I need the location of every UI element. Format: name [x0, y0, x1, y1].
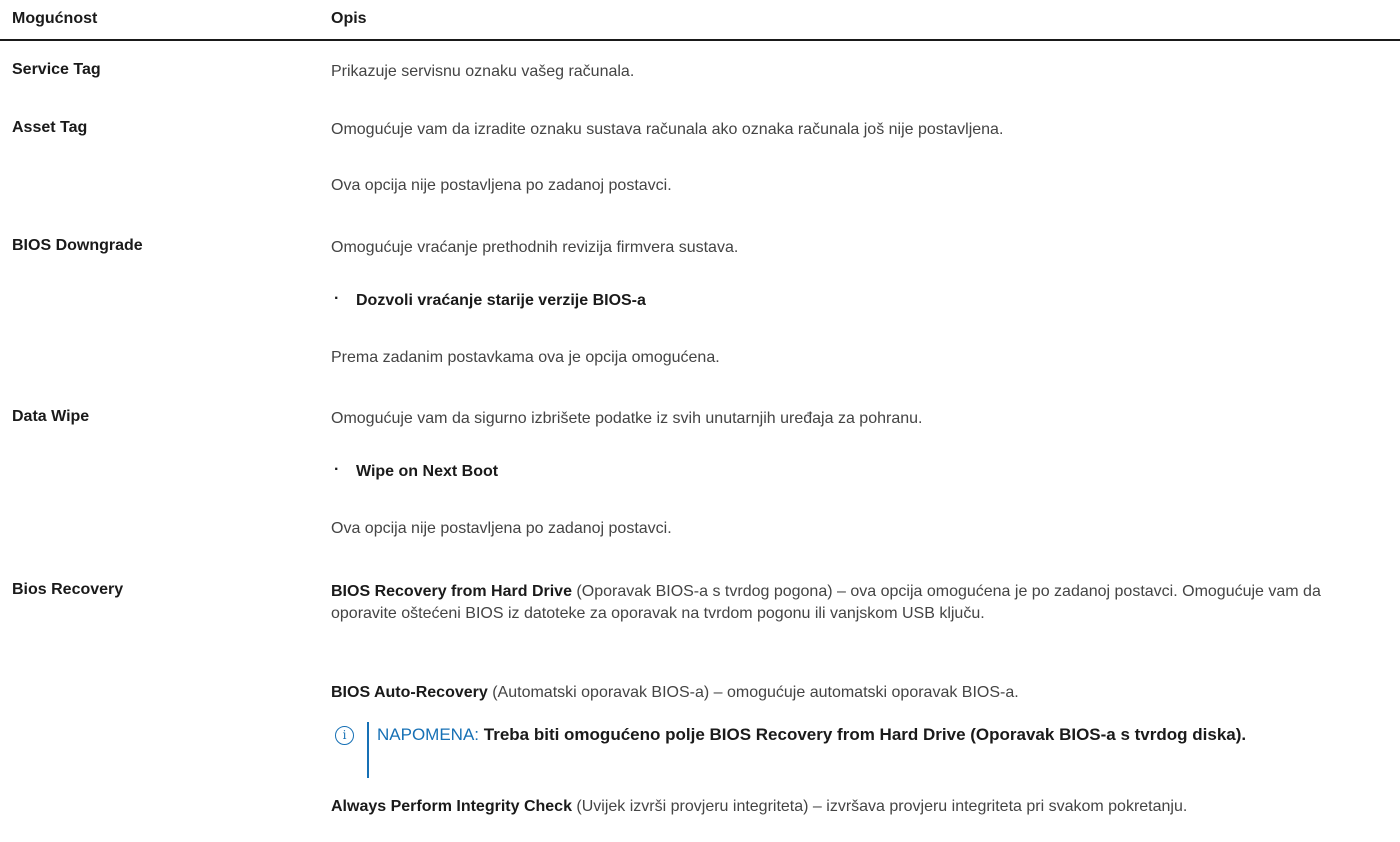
table-header: Mogućnost Opis: [0, 0, 1400, 41]
term-description: (Uvijek izvrši provjeru integriteta) – i…: [571, 798, 1188, 815]
description-data-wipe-default: Ova opcija nije postavljena po zadanoj p…: [331, 520, 672, 537]
description-asset-tag: Omogućuje vam da izradite oznaku sustava…: [331, 121, 1004, 138]
note-divider: [367, 722, 369, 778]
setting-allow-bios-downgrade: Dozvoli vraćanje starije verzije BIOS-a: [356, 292, 646, 309]
term-bios-auto-recovery: BIOS Auto-Recovery: [331, 684, 488, 701]
note-body: Treba biti omogućeno polje BIOS Recovery…: [479, 725, 1247, 744]
column-header-option: Mogućnost: [12, 10, 98, 27]
term-bios-recovery-from-hard-drive: BIOS Recovery from Hard Drive: [331, 583, 572, 600]
description-integrity-check: Always Perform Integrity Check (Uvijek i…: [331, 796, 1381, 818]
description-data-wipe: Omogućuje vam da sigurno izbrišete podat…: [331, 410, 923, 427]
note-label: NAPOMENA:: [377, 725, 480, 744]
description-bios-downgrade-default: Prema zadanim postavkama ova je opcija o…: [331, 349, 720, 366]
option-data-wipe: Data Wipe: [12, 408, 90, 425]
option-bios-downgrade: BIOS Downgrade: [12, 237, 143, 254]
option-service-tag: Service Tag: [12, 61, 101, 78]
description-bios-recovery-hard-drive: BIOS Recovery from Hard Drive (Oporavak …: [331, 581, 1381, 625]
description-asset-tag-default: Ova opcija nije postavljena po zadanoj p…: [331, 177, 672, 194]
note-text: NAPOMENA: Treba biti omogućeno polje BIO…: [377, 722, 1367, 747]
note-box: i NAPOMENA: Treba biti omogućeno polje B…: [331, 722, 1381, 778]
bullet-marker: ·: [334, 290, 340, 307]
term-description: (Automatski oporavak BIOS-a) – omogućuje…: [487, 684, 1019, 701]
description-bios-downgrade: Omogućuje vraćanje prethodnih revizija f…: [331, 239, 739, 256]
description-bios-auto-recovery: BIOS Auto-Recovery (Automatski oporavak …: [331, 682, 1381, 704]
column-header-description: Opis: [331, 10, 367, 27]
description-service-tag: Prikazuje servisnu oznaku vašeg računala…: [331, 63, 635, 80]
bullet-marker: ·: [334, 461, 340, 478]
option-asset-tag: Asset Tag: [12, 119, 88, 136]
term-always-perform-integrity-check: Always Perform Integrity Check: [331, 798, 572, 815]
info-icon: i: [335, 726, 354, 745]
option-bios-recovery: Bios Recovery: [12, 581, 124, 598]
setting-wipe-on-next-boot: Wipe on Next Boot: [356, 463, 499, 480]
